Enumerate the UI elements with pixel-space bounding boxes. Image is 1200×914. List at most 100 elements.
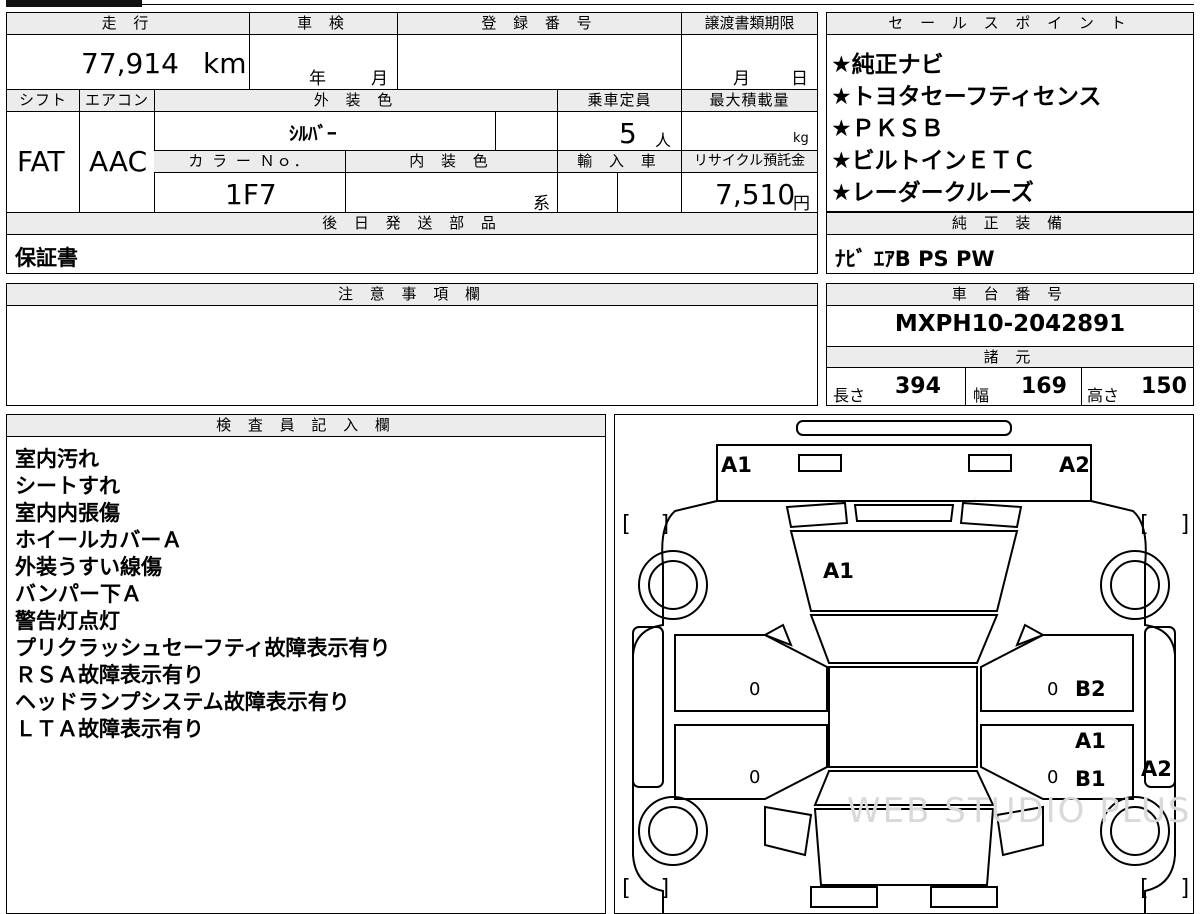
vehicle-info-table: 走 行 車 検 登 録 番 号 譲渡書類期限 77,914 km 年 月 月 日… xyxy=(6,12,818,274)
mark-left-front-door-zero: 0 xyxy=(749,679,761,700)
length-label: 長さ xyxy=(833,386,866,405)
rear-left-wheel xyxy=(638,796,708,866)
shift-header: シフト xyxy=(7,90,79,112)
mark-right-rear-quarter: A2 xyxy=(1141,757,1172,781)
remark-item: プリクラッシュセーフティ故障表示有り xyxy=(15,636,391,660)
ac-value: AAC xyxy=(89,145,148,178)
grille-right xyxy=(959,501,1023,529)
roof xyxy=(828,666,978,768)
rear-left-lamp xyxy=(764,805,813,857)
sales-points-header: セ ー ル ス ポ イ ン ト xyxy=(827,13,1193,35)
mark-right-front-door-zero: 0 xyxy=(1047,679,1059,700)
sales-point-item: ★レーダークルーズ xyxy=(831,180,1034,206)
specs-header: 諸 元 xyxy=(827,346,1193,368)
inspector-remarks-box: 検 査 員 記 入 欄 室内汚れ シートすれ 室内内張傷 ホイールカバーＡ 外装… xyxy=(6,414,606,914)
transfer-day-label: 日 xyxy=(791,69,808,89)
mark-right-rear-door: B1 xyxy=(1075,767,1106,791)
remark-item: 室内内張傷 xyxy=(15,501,120,525)
notes-header: 注 意 事 項 欄 xyxy=(7,284,817,306)
grille xyxy=(785,501,849,529)
chassis-value: MXPH10-2042891 xyxy=(894,311,1126,337)
mileage-value: 77,914 xyxy=(81,47,179,80)
sales-points-box: セ ー ル ス ポ イ ン ト ★純正ナビ ★トヨタセーフティセンス ★ＰＫＳＢ… xyxy=(826,12,1194,212)
svg-text:[: [ xyxy=(619,876,632,901)
remark-item: 室内汚れ xyxy=(15,447,99,471)
remark-item: バンパー下Ａ xyxy=(15,582,143,606)
shaken-month-label: 月 xyxy=(371,69,388,89)
height-value: 150 xyxy=(1141,374,1187,399)
interior-color-header: 内 装 色 xyxy=(345,151,557,173)
remark-item: 警告灯点灯 xyxy=(15,609,120,633)
svg-text:]: ] xyxy=(1179,876,1192,901)
mark-hood: A1 xyxy=(823,559,854,583)
max-load-header: 最大積載量 xyxy=(681,90,817,112)
remark-item: ＬＴＡ故障表示有り xyxy=(15,717,204,741)
max-load-unit: kg xyxy=(793,131,809,146)
mark-front-right-corner: A2 xyxy=(1059,453,1090,477)
later-parts-value: 保証書 xyxy=(15,246,78,270)
remark-item: シートすれ xyxy=(15,474,120,498)
shaken-year-label: 年 xyxy=(309,69,326,89)
remark-item: ヘッドランプシステム故障表示有り xyxy=(15,690,350,714)
shaken-header: 車 検 xyxy=(249,13,397,35)
registration-header: 登 録 番 号 xyxy=(397,13,681,35)
svg-text:[: [ xyxy=(1137,876,1150,901)
mileage-unit: km xyxy=(203,47,247,80)
front-right-wheel xyxy=(1100,550,1170,620)
recycle-header: リサイクル預託金 xyxy=(681,151,817,173)
import-header: 輸 入 車 xyxy=(557,151,681,173)
mark-right-front-door: B2 xyxy=(1075,677,1106,701)
capacity-unit: 人 xyxy=(655,131,672,150)
mark-front-left-corner: A1 xyxy=(721,453,752,477)
height-label: 高さ xyxy=(1087,386,1120,405)
exterior-color-value: ｼﾙﾊﾞｰ xyxy=(289,123,337,145)
left-sill xyxy=(632,626,664,788)
sales-point-item: ★トヨタセーフティセンス xyxy=(831,84,1102,110)
width-label: 幅 xyxy=(973,386,990,405)
windshield xyxy=(809,614,999,664)
front-left-wheel xyxy=(638,550,708,620)
color-no-header: カ ラ ー Ｎｏ． xyxy=(154,151,345,173)
front-left-lamp xyxy=(798,454,842,472)
rear-bumper-slot xyxy=(810,886,878,908)
equipment-box: 純 正 装 備 ﾅﾋﾞ ｴｱB PS PW xyxy=(826,212,1194,274)
inspector-header: 検 査 員 記 入 欄 xyxy=(7,415,605,437)
svg-text:]: ] xyxy=(659,876,672,901)
width-value: 169 xyxy=(1021,374,1067,399)
later-parts-header: 後 日 発 送 部 品 xyxy=(7,213,817,235)
mark-right-rear-door-zero: 0 xyxy=(1047,767,1059,788)
ac-header: エアコン xyxy=(79,90,154,112)
interior-color-suffix: 系 xyxy=(533,194,550,214)
recycle-value: 7,510 xyxy=(715,178,796,211)
transfer-deadline-header: 譲渡書類期限 xyxy=(681,13,817,35)
mark-left-rear-door-zero: 0 xyxy=(749,767,761,788)
recycle-unit: 円 xyxy=(793,194,810,214)
front-bumper xyxy=(716,444,1092,502)
color-no-value: 1F7 xyxy=(225,178,277,211)
rear-bumper-slot-right xyxy=(930,886,998,908)
mileage-header: 走 行 xyxy=(7,13,249,35)
remark-item: 外装うすい線傷 xyxy=(15,555,162,579)
sales-point-item: ★ビルトインＥＴＣ xyxy=(831,148,1036,174)
chassis-header: 車 台 番 号 xyxy=(827,284,1193,306)
sales-point-item: ★純正ナビ xyxy=(831,52,944,78)
equipment-value: ﾅﾋﾞ ｴｱB PS PW xyxy=(835,247,995,271)
front-grille-slot xyxy=(796,420,1012,436)
length-value: 394 xyxy=(895,374,941,399)
remark-item: ＲＳＡ故障表示有り xyxy=(15,663,204,687)
top-dark-tab xyxy=(6,0,142,7)
front-right-lamp xyxy=(968,454,1012,472)
equipment-header: 純 正 装 備 xyxy=(827,213,1193,235)
mark-right-rear-door-top: A1 xyxy=(1075,729,1106,753)
car-diagram-box: [] [] [] [] A1 A2 A1 0 0 0 0 B2 A1 B1 A2… xyxy=(614,414,1194,914)
svg-text:]: ] xyxy=(1179,512,1192,537)
top-strip-line xyxy=(142,0,1194,5)
exterior-color-header: 外 装 色 xyxy=(154,90,557,112)
notes-box: 注 意 事 項 欄 xyxy=(6,283,818,406)
remark-item: ホイールカバーＡ xyxy=(15,528,183,552)
capacity-header: 乗車定員 xyxy=(557,90,681,112)
svg-text:[: [ xyxy=(619,512,632,537)
transfer-month-label: 月 xyxy=(733,69,750,89)
car-diagram: [] [] [] [] xyxy=(619,420,1192,913)
grille-center xyxy=(853,504,955,522)
